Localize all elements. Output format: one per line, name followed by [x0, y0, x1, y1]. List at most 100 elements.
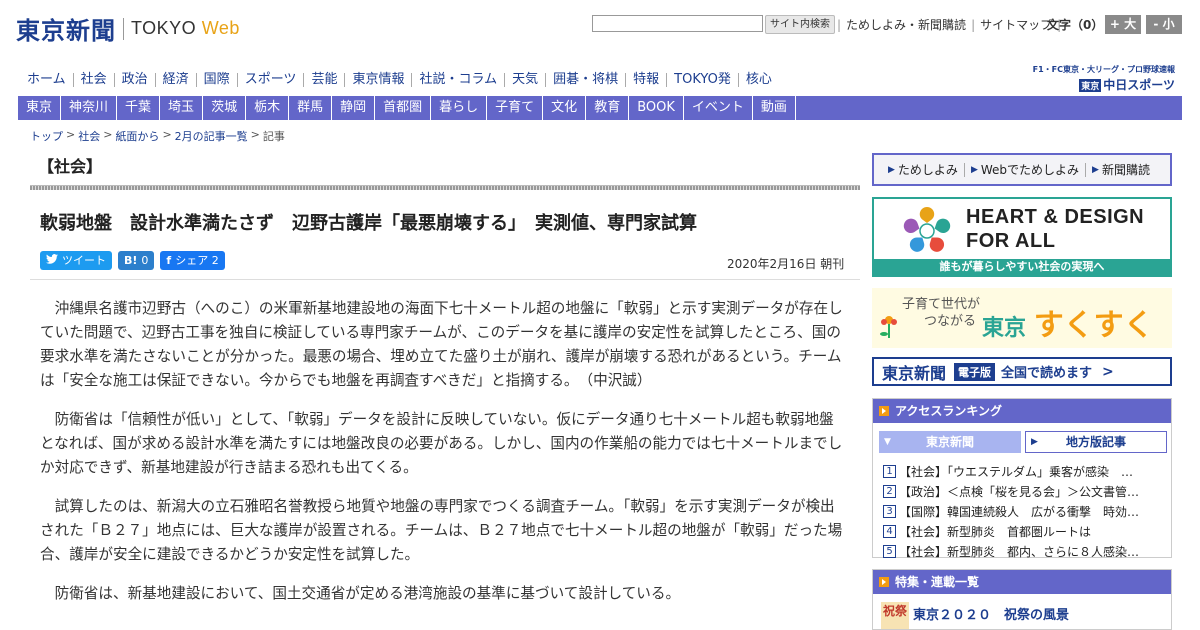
trial-subscribe-link[interactable]: ためしよみ・新聞購読: [846, 16, 966, 33]
chunichi-tagline: F1・FC東京・大リーグ・プロ野球速報: [1032, 65, 1175, 74]
ranking-item[interactable]: 3 【国際】韓国連続殺人 広がる衝撃 時効…: [883, 501, 1167, 521]
nav-item-go-shogi[interactable]: 囲碁・将棋: [546, 73, 627, 87]
nav-item-society[interactable]: 社会: [74, 73, 115, 87]
feature-thumbnail[interactable]: 祝祭: [881, 602, 909, 629]
nav-item-editorial[interactable]: 社説・コラム: [412, 73, 506, 87]
nav-item-economy[interactable]: 経済: [156, 73, 197, 87]
feature-item-link[interactable]: 東京２０２０ 祝祭の風景: [913, 604, 1069, 623]
article-paragraph: 沖縄県名護市辺野古（へのこ）の米軍新基地建設地の海面下七十メートル超の地盤に「軟…: [40, 300, 843, 389]
article-divider: [30, 279, 860, 280]
social-buttons: ツイート B! 0 f シェア 2: [40, 251, 231, 270]
subnav-item-tochigi[interactable]: 栃木: [246, 96, 290, 120]
subnav-item-gunma[interactable]: 群馬: [289, 96, 333, 120]
subnav-item-tokyo[interactable]: 東京: [18, 96, 62, 120]
sukusuku-word: すくすく: [1033, 308, 1154, 343]
ranking-item[interactable]: 4 【社会】新型肺炎 首都圏ルートは: [883, 521, 1167, 541]
breadcrumb-top[interactable]: トップ: [30, 128, 63, 144]
trial-links-box: ▶ ためしよみ ▶ Webでためしよみ ▶ 新聞購読: [872, 153, 1172, 186]
nav-item-tokuho[interactable]: 特報: [626, 73, 668, 87]
breadcrumb-monthly-list[interactable]: 2月の記事一覧: [175, 128, 248, 144]
nav-item-weather[interactable]: 天気: [505, 73, 547, 87]
logo-web: Web: [201, 18, 240, 38]
breadcrumb-current: 記事: [262, 130, 285, 143]
orange-arrow-icon: [879, 577, 889, 587]
subnav-item-kurashi[interactable]: 暮らし: [431, 96, 488, 120]
orange-arrow-icon: [879, 406, 889, 416]
sitemap-link[interactable]: サイトマップ: [980, 16, 1052, 33]
chunichi-sports-link[interactable]: F1・FC東京・大リーグ・プロ野球速報 東京 中日スポーツ: [1025, 64, 1175, 93]
tweet-label: ツイート: [62, 254, 106, 267]
subnav-item-shizuoka[interactable]: 静岡: [332, 96, 376, 120]
ranking-item[interactable]: 1 【社会】「ウエステルダム」乗客が感染 …: [883, 461, 1167, 481]
site-logo[interactable]: 東京新聞 TOKYO Web: [16, 11, 240, 46]
nav-item-entertainment[interactable]: 芸能: [304, 73, 346, 87]
digital-edition-banner[interactable]: 東京新聞 電子版 全国で読めます >: [872, 357, 1172, 386]
features-box: 特集・連載一覧 祝祭 東京２０２０ 祝祭の風景: [872, 569, 1172, 630]
site-header: 東京新聞 TOKYO Web サイト内検索 | ためしよみ・新聞購読 | サイト…: [0, 0, 1200, 62]
ranking-tab-tokyo[interactable]: ▼ 東京新聞: [879, 431, 1021, 453]
subscribe-link[interactable]: ▶ 新聞購読: [1086, 163, 1156, 177]
ranking-tab-tokyo-label: 東京新聞: [925, 435, 974, 449]
ranking-item[interactable]: 5 【社会】新型肺炎 都内、さらに８人感染…: [883, 541, 1167, 561]
triangle-right-icon: ▶: [1092, 164, 1099, 175]
triangle-right-icon: ▶: [888, 164, 895, 175]
ranking-tab-local-label: 地方版記事: [1065, 435, 1126, 449]
rank-text: 【社会】新型肺炎 都内、さらに８人感染…: [899, 544, 1140, 559]
rank-text: 【社会】新型肺炎 首都圏ルートは: [899, 524, 1092, 539]
logo-divider: [123, 17, 124, 40]
breadcrumb-separator: >: [103, 128, 113, 141]
subscribe-label: 新聞購読: [1101, 163, 1150, 177]
subnav-item-kanagawa[interactable]: 神奈川: [61, 96, 118, 120]
site-search-input[interactable]: [592, 15, 763, 32]
flower-icon: [880, 316, 897, 338]
sukusuku-tagline-1: 子育て世代が: [902, 297, 981, 312]
logo-tokyo: TOKYO: [131, 18, 197, 38]
subnav-item-saitama[interactable]: 埼玉: [160, 96, 204, 120]
sukusuku-tokyo: 東京: [982, 316, 1027, 341]
rank-number: 5: [883, 544, 896, 558]
sukusuku-tagline-2: つながる: [924, 314, 977, 329]
subnav-item-chiba[interactable]: 千葉: [117, 96, 161, 120]
site-search-button[interactable]: サイト内検索: [765, 15, 835, 34]
nav-item-sports[interactable]: スポーツ: [238, 73, 305, 87]
tweet-button[interactable]: ツイート: [40, 251, 112, 270]
util-separator: |: [971, 17, 976, 32]
subnav-item-shutoken[interactable]: 首都圏: [375, 96, 432, 120]
subnav-item-event[interactable]: イベント: [684, 96, 753, 120]
font-size-label: 文字（0）: [1047, 18, 1104, 32]
hatena-count: 0: [141, 254, 149, 267]
nav-item-international[interactable]: 国際: [197, 73, 238, 87]
heart-design-banner[interactable]: HEART & DESIGN FOR ALL 誰もが暮らしやすい社会の実現へ: [872, 197, 1172, 277]
nav-item-tokyo-info[interactable]: 東京情報: [345, 73, 413, 87]
hatena-bookmark-button[interactable]: B! 0: [118, 251, 155, 270]
share-label: シェア: [175, 254, 209, 267]
breadcrumb-paper[interactable]: 紙面から: [115, 128, 159, 144]
font-smaller-button[interactable]: - 小: [1146, 15, 1182, 34]
nav-item-home[interactable]: ホーム: [20, 73, 74, 87]
nav-item-kakushin[interactable]: 核心: [739, 73, 779, 87]
breadcrumb-separator: >: [250, 128, 260, 141]
breadcrumb-society[interactable]: 社会: [78, 128, 100, 144]
nav-item-politics[interactable]: 政治: [115, 73, 156, 87]
tokyo-sukusuku-banner[interactable]: 子育て世代が つながる 東京 すくすく: [872, 288, 1172, 348]
font-larger-button[interactable]: + 大: [1105, 15, 1141, 34]
sukusuku-tagline: 子育て世代が つながる: [902, 296, 980, 330]
article-paragraph: 防衛省は「信頼性が低い」として、「軟弱」データを設計に反映していない。仮にデータ…: [40, 411, 843, 476]
ranking-tab-local[interactable]: ▶ 地方版記事: [1025, 431, 1167, 453]
features-header: 特集・連載一覧: [873, 570, 1171, 594]
subnav-item-video[interactable]: 動画: [753, 96, 796, 120]
subnav-item-kyoiku[interactable]: 教育: [586, 96, 630, 120]
subnav-item-kosodate[interactable]: 子育て: [487, 96, 544, 120]
subnav-item-ibaraki[interactable]: 茨城: [203, 96, 247, 120]
nav-item-tokyo-hatsu[interactable]: TOKYO発: [667, 73, 739, 87]
web-trial-link[interactable]: ▶ Webでためしよみ: [965, 162, 1087, 177]
triangle-down-icon: ▼: [884, 437, 891, 447]
subnav-item-book[interactable]: BOOK: [629, 96, 684, 120]
facebook-share-button[interactable]: f シェア 2: [160, 251, 225, 270]
sub-navigation: 東京 神奈川 千葉 埼玉 茨城 栃木 群馬 静岡 首都圏 暮らし 子育て 文化 …: [18, 96, 1182, 120]
trial-read-link[interactable]: ▶ ためしよみ: [882, 162, 965, 177]
subnav-item-bunka[interactable]: 文化: [543, 96, 587, 120]
ranking-tabs: ▼ 東京新聞 ▶ 地方版記事: [879, 431, 1167, 453]
ranking-item[interactable]: 2 【政治】＜点検「桜を見る会」＞公文書管…: [883, 481, 1167, 501]
digital-edition-badge: 電子版: [954, 362, 996, 381]
